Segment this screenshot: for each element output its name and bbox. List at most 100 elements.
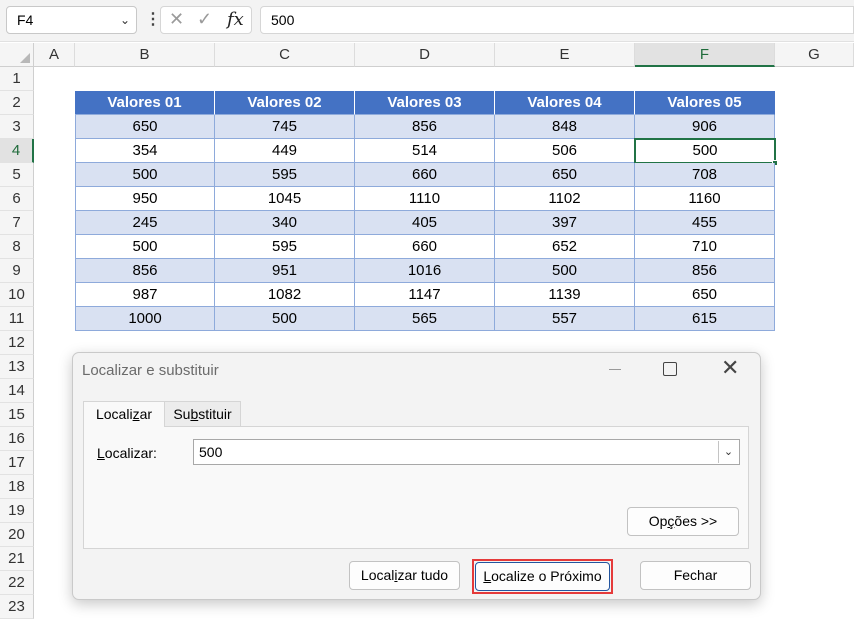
table-cell[interactable]: 745 (215, 115, 355, 139)
row-header-13[interactable]: 13 (0, 355, 34, 379)
row-header-5[interactable]: 5 (0, 163, 34, 187)
row-header-14[interactable]: 14 (0, 379, 34, 403)
table-cell[interactable]: 987 (75, 283, 215, 307)
table-header-cell[interactable]: Valores 01 (75, 91, 215, 115)
row-header-17[interactable]: 17 (0, 451, 34, 475)
table-cell[interactable]: 340 (215, 211, 355, 235)
column-header-e[interactable]: E (495, 43, 635, 67)
table-cell[interactable]: 708 (635, 163, 775, 187)
name-box[interactable]: F4 ⌄ (6, 6, 137, 34)
cancel-icon[interactable]: ✕ (169, 9, 184, 30)
table-cell[interactable]: 500 (215, 307, 355, 331)
table-cell[interactable]: 652 (495, 235, 635, 259)
table-cell[interactable]: 1082 (215, 283, 355, 307)
find-input[interactable]: 500 ⌄ (193, 439, 740, 465)
dialog-title: Localizar e substituir (82, 362, 219, 379)
row-header-9[interactable]: 9 (0, 259, 34, 283)
more-options-icon[interactable]: ⋮ (145, 10, 161, 30)
options-button[interactable]: Opções >> (627, 507, 739, 536)
table-cell[interactable]: 650 (75, 115, 215, 139)
table-cell[interactable]: 557 (495, 307, 635, 331)
table-cell[interactable]: 354 (75, 139, 215, 163)
table-cell[interactable]: 1139 (495, 283, 635, 307)
table-cell[interactable]: 615 (635, 307, 775, 331)
table-header-cell[interactable]: Valores 05 (635, 91, 775, 115)
table-cell[interactable]: 856 (355, 115, 495, 139)
table-cell[interactable]: 500 (75, 235, 215, 259)
table-header-cell[interactable]: Valores 03 (355, 91, 495, 115)
table-header-cell[interactable]: Valores 04 (495, 91, 635, 115)
table-cell[interactable]: 500 (495, 259, 635, 283)
enter-icon[interactable]: ✓ (197, 9, 212, 30)
table-cell[interactable]: 1102 (495, 187, 635, 211)
table-cell[interactable]: 906 (635, 115, 775, 139)
row-header-20[interactable]: 20 (0, 523, 34, 547)
row-header-4[interactable]: 4 (0, 139, 34, 163)
tab-replace[interactable]: Substituir (165, 401, 241, 427)
row-header-8[interactable]: 8 (0, 235, 34, 259)
table-cell[interactable]: 500 (75, 163, 215, 187)
column-header-a[interactable]: A (34, 43, 75, 67)
row-header-1[interactable]: 1 (0, 67, 34, 91)
row-header-15[interactable]: 15 (0, 403, 34, 427)
row-header-21[interactable]: 21 (0, 547, 34, 571)
row-header-19[interactable]: 19 (0, 499, 34, 523)
row-header-23[interactable]: 23 (0, 595, 34, 619)
table-cell[interactable]: 950 (75, 187, 215, 211)
formula-input[interactable]: 500 (260, 6, 854, 34)
table-cell[interactable]: 455 (635, 211, 775, 235)
column-header-c[interactable]: C (215, 43, 355, 67)
table-cell[interactable]: 951 (215, 259, 355, 283)
row-header-10[interactable]: 10 (0, 283, 34, 307)
table-cell[interactable]: 1016 (355, 259, 495, 283)
table-cell[interactable]: 595 (215, 163, 355, 187)
active-cell[interactable]: 500 (634, 138, 776, 164)
table-cell[interactable]: 397 (495, 211, 635, 235)
table-cell[interactable]: 449 (215, 139, 355, 163)
column-header-b[interactable]: B (75, 43, 215, 67)
row-header-18[interactable]: 18 (0, 475, 34, 499)
table-cell[interactable]: 565 (355, 307, 495, 331)
row-header-6[interactable]: 6 (0, 187, 34, 211)
table-cell[interactable]: 856 (75, 259, 215, 283)
table-cell[interactable]: 660 (355, 235, 495, 259)
table-header-cell[interactable]: Valores 02 (215, 91, 355, 115)
row-header-22[interactable]: 22 (0, 571, 34, 595)
table-cell[interactable]: 856 (635, 259, 775, 283)
table-cell[interactable]: 595 (215, 235, 355, 259)
column-header-g[interactable]: G (775, 43, 854, 67)
row-header-11[interactable]: 11 (0, 307, 34, 331)
close-icon[interactable]: ✕ (721, 356, 739, 381)
table-cell[interactable]: 514 (355, 139, 495, 163)
row-header-12[interactable]: 12 (0, 331, 34, 355)
table-cell[interactable]: 1160 (635, 187, 775, 211)
find-all-button[interactable]: Localizar tudo (349, 561, 460, 590)
chevron-down-icon[interactable]: ⌄ (718, 441, 738, 463)
row-header-3[interactable]: 3 (0, 115, 34, 139)
column-header-f[interactable]: F (635, 43, 775, 67)
table-cell[interactable]: 710 (635, 235, 775, 259)
table-cell[interactable]: 1045 (215, 187, 355, 211)
table-cell[interactable]: 245 (75, 211, 215, 235)
column-header-d[interactable]: D (355, 43, 495, 67)
insert-function-icon[interactable]: fx (227, 9, 244, 30)
table-cell[interactable]: 1000 (75, 307, 215, 331)
table-cell[interactable]: 660 (355, 163, 495, 187)
find-next-highlight (472, 559, 613, 594)
close-button[interactable]: Fechar (640, 561, 751, 590)
table-cell[interactable]: 650 (495, 163, 635, 187)
chevron-down-icon[interactable]: ⌄ (120, 7, 130, 33)
formula-buttons: ✕ ✓ fx (160, 6, 252, 34)
table-cell[interactable]: 1147 (355, 283, 495, 307)
row-header-16[interactable]: 16 (0, 427, 34, 451)
table-cell[interactable]: 650 (635, 283, 775, 307)
tab-find[interactable]: Localizar (83, 401, 165, 427)
select-all-corner[interactable] (0, 43, 34, 67)
table-cell[interactable]: 405 (355, 211, 495, 235)
table-cell[interactable]: 506 (495, 139, 635, 163)
row-header-7[interactable]: 7 (0, 211, 34, 235)
table-cell[interactable]: 848 (495, 115, 635, 139)
row-header-2[interactable]: 2 (0, 91, 34, 115)
maximize-icon[interactable] (663, 362, 677, 376)
table-cell[interactable]: 1110 (355, 187, 495, 211)
